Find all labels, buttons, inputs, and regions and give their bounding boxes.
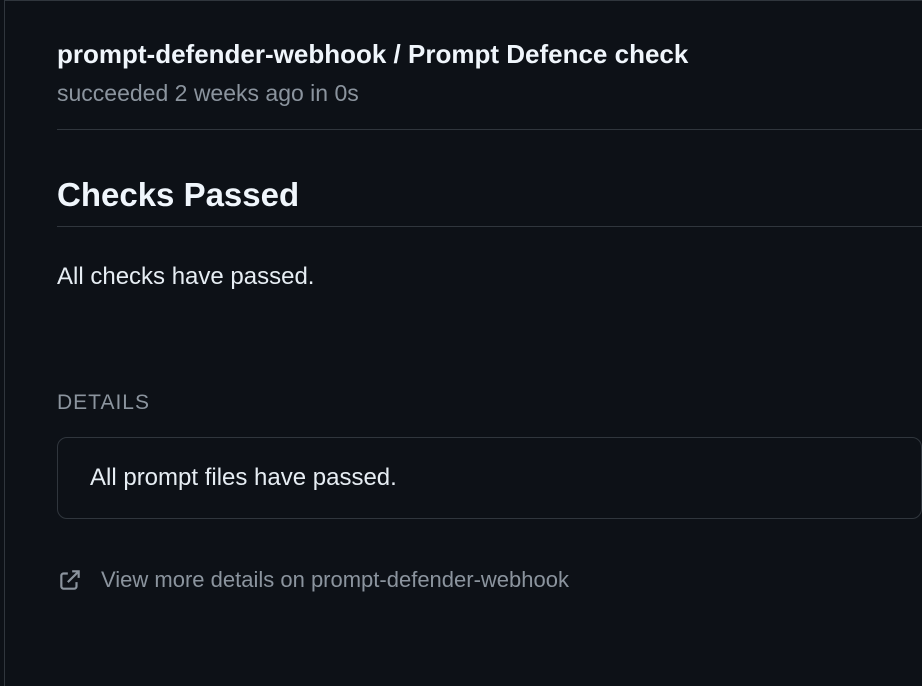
details-message: All prompt files have passed. [90, 464, 397, 491]
details-label: DETAILS [57, 391, 922, 415]
view-more-text: View more details on prompt-defender-web… [101, 567, 569, 593]
external-link-icon [57, 567, 83, 593]
divider [57, 129, 922, 130]
details-box: All prompt files have passed. [57, 437, 922, 519]
view-more-link[interactable]: View more details on prompt-defender-web… [57, 567, 922, 593]
check-run-panel: prompt-defender-webhook / Prompt Defence… [4, 0, 922, 686]
result-body: All checks have passed. [57, 263, 922, 291]
view-more-prefix: View more details on [101, 567, 305, 592]
check-status-line: succeeded 2 weeks ago in 0s [57, 80, 922, 107]
status-time-ago: 2 weeks ago [175, 80, 304, 106]
status-duration-prefix: in [310, 80, 328, 106]
check-header: prompt-defender-webhook / Prompt Defence… [57, 35, 922, 129]
status-verb: succeeded [57, 80, 168, 106]
view-more-app-name: prompt-defender-webhook [311, 567, 569, 592]
result-heading: Checks Passed [57, 176, 922, 227]
status-duration: 0s [334, 80, 358, 106]
check-title: prompt-defender-webhook / Prompt Defence… [57, 35, 922, 74]
